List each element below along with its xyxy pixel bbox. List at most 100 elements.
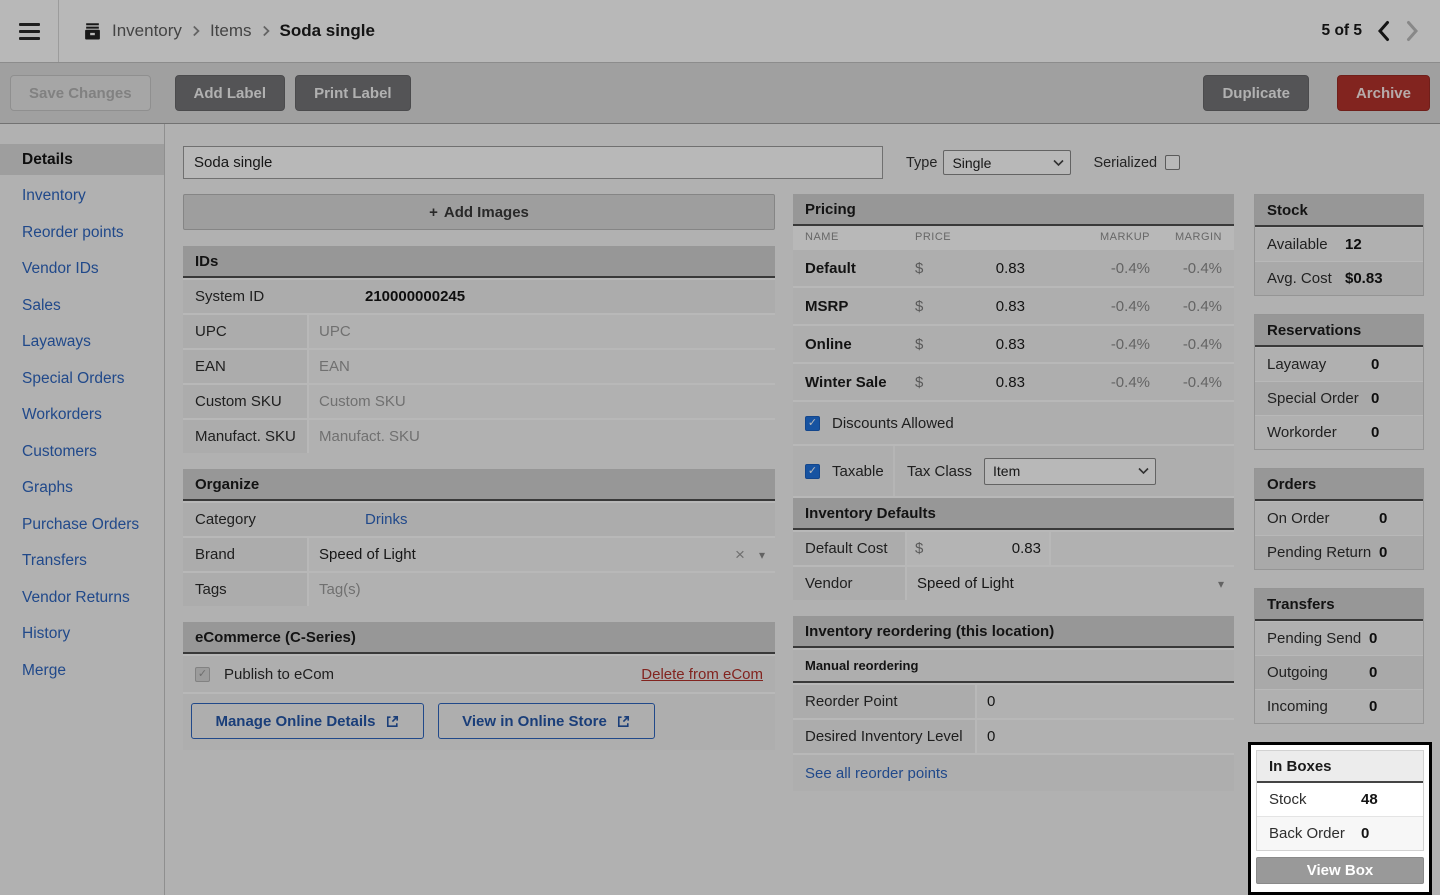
manage-online-details-button[interactable]: Manage Online Details	[191, 703, 424, 739]
custom-sku-input[interactable]	[319, 393, 765, 410]
sidebar-item-details[interactable]: Details	[0, 144, 164, 175]
taxable-checkbox[interactable]: ✓	[805, 464, 820, 479]
view-in-online-store-button[interactable]: View in Online Store	[438, 703, 655, 739]
check-icon: ✓	[808, 466, 817, 477]
desired-inventory-level-input[interactable]	[987, 728, 1224, 745]
brand-dropdown-icon[interactable]: ▾	[759, 548, 765, 562]
top-bar: Inventory Items Soda single 5 of 5	[0, 0, 1440, 63]
pending-send-value: 0	[1369, 630, 1377, 647]
item-header-row: Type Single Serialized	[183, 146, 1424, 179]
sidebar-item-sales[interactable]: Sales	[0, 290, 164, 321]
vendor-dropdown-icon[interactable]: ▾	[1218, 577, 1224, 591]
discounts-allowed-label: Discounts Allowed	[832, 415, 954, 432]
item-name-input[interactable]	[183, 146, 883, 179]
organize-section-title: Organize	[183, 469, 775, 501]
upc-input[interactable]	[319, 323, 765, 340]
sidebar-item-reorder-points[interactable]: Reorder points	[0, 217, 164, 248]
box-stock-row: Stock 48	[1257, 783, 1423, 817]
save-changes-button[interactable]: Save Changes	[10, 75, 151, 111]
sidebar-item-history[interactable]: History	[0, 619, 164, 650]
duplicate-button[interactable]: Duplicate	[1203, 75, 1309, 111]
chevron-right-icon	[262, 25, 270, 37]
ecommerce-section-title: eCommerce (C-Series)	[183, 622, 775, 654]
currency-symbol: $	[915, 336, 929, 353]
sidebar-item-merge[interactable]: Merge	[0, 655, 164, 686]
ecommerce-buttons-row: Manage Online Details View in Online Sto…	[183, 694, 775, 750]
default-price-value[interactable]: 0.83	[929, 260, 1025, 277]
sidebar-item-workorders[interactable]: Workorders	[0, 400, 164, 431]
winter-sale-price-value[interactable]: 0.83	[929, 374, 1025, 391]
external-link-icon	[616, 714, 631, 729]
topbar-divider	[58, 0, 59, 62]
available-value: 12	[1345, 236, 1362, 253]
chevron-right-icon	[192, 25, 200, 37]
view-box-button[interactable]: View Box	[1256, 857, 1424, 884]
workorder-value: 0	[1371, 424, 1379, 441]
breadcrumb-inventory[interactable]: Inventory	[112, 21, 182, 41]
add-label-button[interactable]: Add Label	[175, 75, 286, 111]
sidebar-item-special-orders[interactable]: Special Orders	[0, 363, 164, 394]
sidebar-item-transfers[interactable]: Transfers	[0, 546, 164, 577]
manufact-sku-input[interactable]	[319, 428, 765, 445]
price-row-msrp: MSRP $ 0.83 -0.4% -0.4%	[793, 288, 1234, 324]
delete-from-ecom-link[interactable]: Delete from eCom	[641, 666, 763, 683]
sidebar-item-customers[interactable]: Customers	[0, 436, 164, 467]
sidebar-item-vendor-returns[interactable]: Vendor Returns	[0, 582, 164, 613]
inventory-icon	[83, 22, 102, 41]
sidebar-item-vendor-ids[interactable]: Vendor IDs	[0, 254, 164, 285]
back-order-row: Back Order 0	[1257, 817, 1423, 850]
sidebar-item-inventory[interactable]: Inventory	[0, 181, 164, 212]
on-order-row: On Order 0	[1255, 502, 1423, 535]
inventory-reordering-section: Inventory reordering (this location) Man…	[793, 616, 1234, 791]
type-label: Type	[906, 155, 937, 171]
sidebar-item-layaways[interactable]: Layaways	[0, 327, 164, 358]
serialized-checkbox[interactable]	[1165, 155, 1180, 170]
tax-class-select[interactable]: Item	[984, 458, 1156, 485]
orders-card-title: Orders	[1255, 469, 1423, 501]
price-row-default: Default $ 0.83 -0.4% -0.4%	[793, 250, 1234, 286]
price-row-winter-sale: Winter Sale $ 0.83 -0.4% -0.4%	[793, 364, 1234, 400]
ids-section-title: IDs	[183, 246, 775, 278]
upc-row: UPC	[183, 315, 775, 348]
system-id-label: System ID	[183, 280, 307, 313]
breadcrumb-items[interactable]: Items	[210, 21, 252, 41]
default-cost-input[interactable]	[923, 540, 1041, 557]
online-price-value[interactable]: 0.83	[929, 336, 1025, 353]
archive-button[interactable]: Archive	[1337, 75, 1430, 111]
reservations-card-title: Reservations	[1255, 315, 1423, 347]
brand-input[interactable]	[319, 546, 735, 563]
menu-icon[interactable]	[0, 0, 58, 62]
incoming-row: Incoming 0	[1255, 690, 1423, 723]
reservations-card: Reservations Layaway 0 Special Order 0 W…	[1254, 314, 1424, 450]
manufact-sku-row: Manufact. SKU	[183, 420, 775, 453]
manual-reordering-subtitle: Manual reordering	[793, 650, 1234, 683]
next-item-button[interactable]	[1405, 20, 1420, 42]
publish-ecom-label: Publish to eCom	[224, 666, 334, 683]
msrp-price-value[interactable]: 0.83	[929, 298, 1025, 315]
clear-brand-icon[interactable]: ×	[735, 546, 745, 563]
orders-card: Orders On Order 0 Pending Return 0	[1254, 468, 1424, 570]
system-id-row: System ID 210000000245	[183, 280, 775, 313]
publish-ecom-checkbox[interactable]: ✓	[195, 667, 210, 682]
currency-symbol: $	[915, 260, 929, 277]
ean-row: EAN	[183, 350, 775, 383]
available-row: Available 12	[1255, 228, 1423, 261]
stock-summary-column: Stock Available 12 Avg. Cost $0.83 Reser…	[1254, 194, 1424, 895]
see-all-reorder-points-link[interactable]: See all reorder points	[805, 765, 948, 782]
reorder-point-input[interactable]	[987, 693, 1224, 710]
sidebar-item-purchase-orders[interactable]: Purchase Orders	[0, 509, 164, 540]
add-images-button[interactable]: + Add Images	[183, 194, 775, 230]
tags-input[interactable]	[319, 581, 765, 598]
ean-input[interactable]	[319, 358, 765, 375]
previous-item-button[interactable]	[1376, 20, 1391, 42]
breadcrumb: Inventory Items Soda single	[83, 21, 375, 41]
vendor-input[interactable]	[917, 575, 1204, 592]
ids-section: IDs System ID 210000000245 UPC EAN	[183, 246, 775, 453]
type-select[interactable]: Single	[943, 150, 1071, 175]
print-label-button[interactable]: Print Label	[295, 75, 411, 111]
reorder-point-label: Reorder Point	[793, 685, 975, 718]
category-link[interactable]: Drinks	[365, 511, 408, 528]
sidebar-item-graphs[interactable]: Graphs	[0, 473, 164, 504]
in-boxes-card-title: In Boxes	[1257, 751, 1423, 783]
discounts-allowed-checkbox[interactable]: ✓	[805, 416, 820, 431]
